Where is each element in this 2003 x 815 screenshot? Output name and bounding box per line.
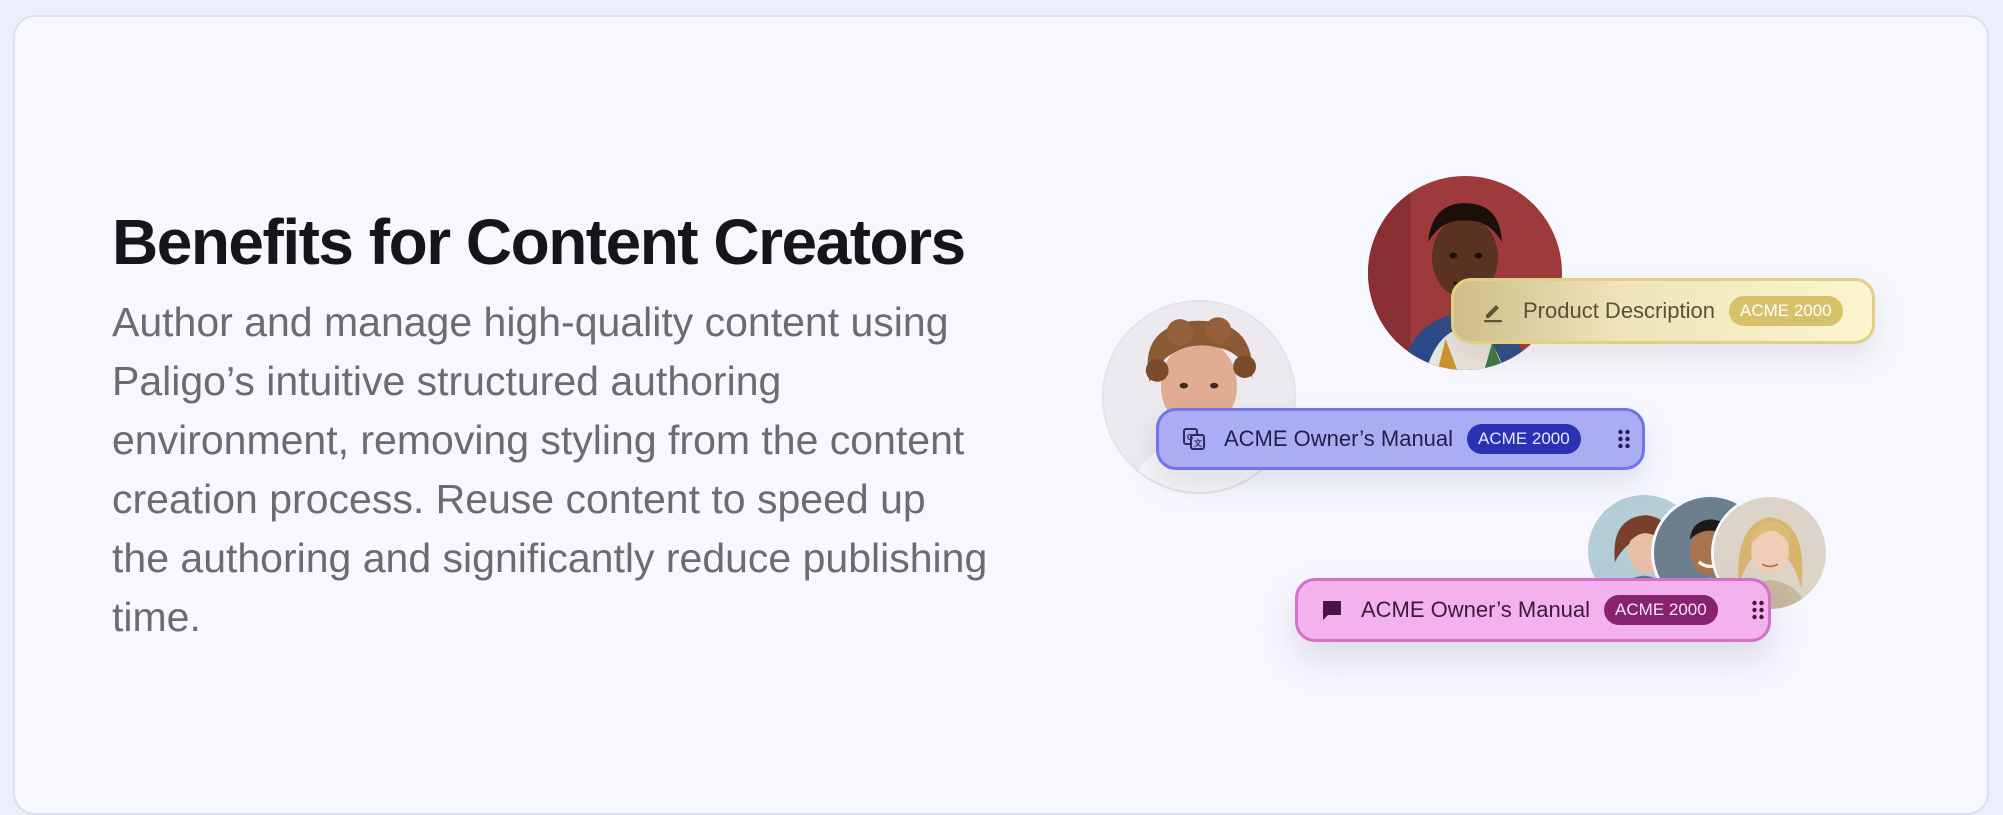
card-label: ACME Owner’s Manual bbox=[1361, 597, 1591, 622]
card-product-description: Product Description ACME 2000 bbox=[1451, 278, 1875, 344]
card-owners-manual-comments: ACME Owner’s Manual ACME 2000 bbox=[1295, 578, 1771, 642]
svg-text:G: G bbox=[1187, 433, 1193, 442]
card-label: ACME Owner’s Manual bbox=[1224, 426, 1454, 451]
drag-handle-icon[interactable] bbox=[1613, 426, 1635, 452]
drag-handle-icon[interactable] bbox=[1748, 597, 1768, 623]
card-label: Product Description bbox=[1523, 298, 1715, 323]
card-owners-manual-translation: G 文 ACME Owner’s Manual ACME 2000 bbox=[1156, 408, 1645, 470]
section-heading: Benefits for Content Creators bbox=[112, 206, 966, 278]
section-description: Author and manage high-quality content u… bbox=[112, 299, 988, 640]
comment-icon bbox=[1320, 597, 1344, 623]
card-badge: ACME 2000 bbox=[1604, 595, 1718, 625]
svg-text:文: 文 bbox=[1194, 438, 1203, 448]
benefits-card: Benefits for Content Creators Author and… bbox=[13, 15, 1989, 815]
translate-icon: G 文 bbox=[1181, 426, 1207, 452]
pencil-icon bbox=[1480, 298, 1506, 324]
card-badge: ACME 2000 bbox=[1728, 296, 1843, 326]
card-badge: ACME 2000 bbox=[1467, 424, 1581, 454]
